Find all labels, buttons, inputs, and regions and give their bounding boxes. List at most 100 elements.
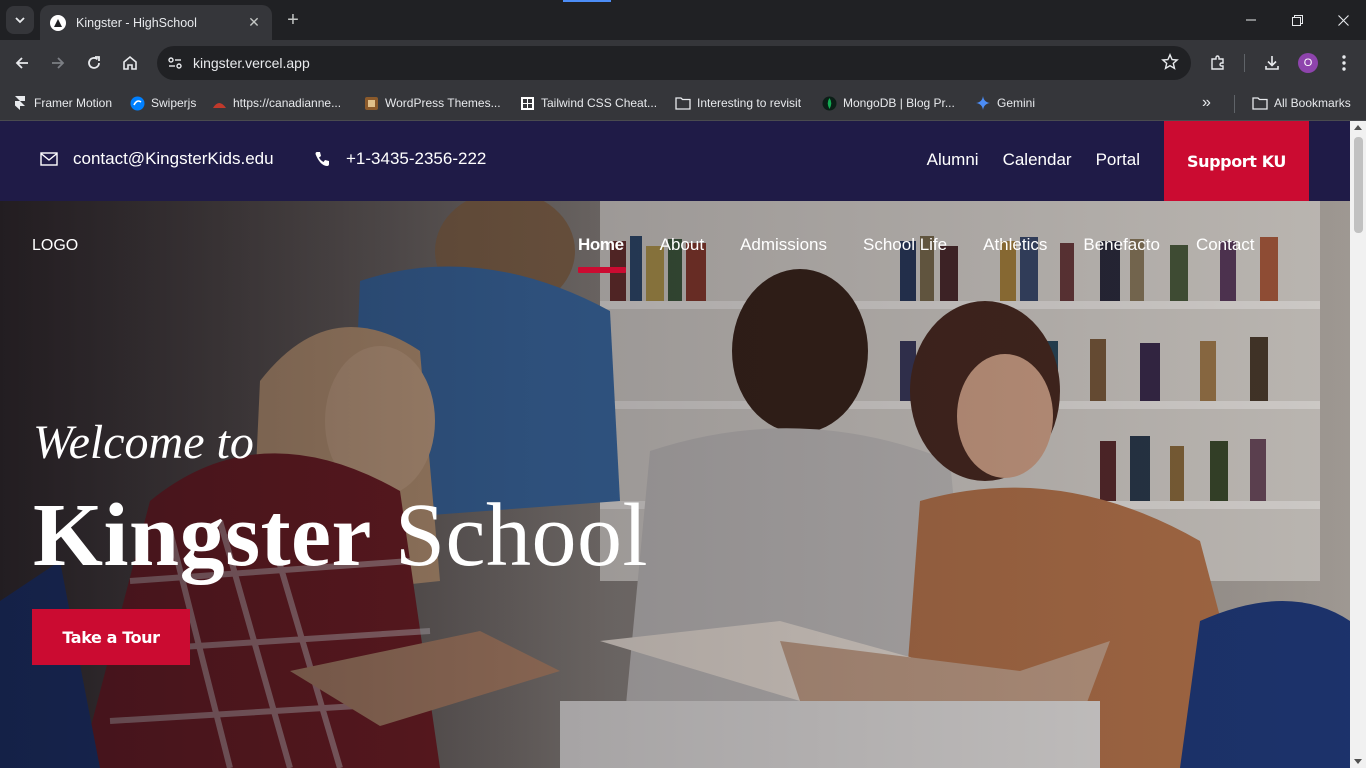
folder-icon xyxy=(1252,95,1268,111)
phone-contact[interactable]: +1-3435-2356-222 xyxy=(312,149,486,169)
alumni-link[interactable]: Alumni xyxy=(927,150,979,170)
bookmarks-divider xyxy=(1234,95,1235,113)
bookmark-item[interactable]: Swiperjs xyxy=(129,92,196,114)
address-bar[interactable]: kingster.vercel.app xyxy=(157,46,1191,80)
bookmark-item[interactable]: Tailwind CSS Cheat... xyxy=(519,92,657,114)
email-contact[interactable]: contact@KingsterKids.edu xyxy=(39,149,274,169)
more-bookmarks-chevron-icon[interactable]: » xyxy=(1202,94,1211,112)
nav-benefacto[interactable]: Benefacto xyxy=(1083,235,1160,255)
nav-athletics[interactable]: Athletics xyxy=(983,235,1047,255)
window-controls xyxy=(1228,0,1366,40)
bookmark-label: WordPress Themes... xyxy=(385,96,501,110)
profile-avatar[interactable]: O xyxy=(1298,53,1318,73)
back-button[interactable] xyxy=(8,49,36,77)
swiper-icon xyxy=(129,95,145,111)
nav-about[interactable]: About xyxy=(660,235,704,255)
active-nav-indicator xyxy=(578,267,626,273)
browser-menu-button[interactable] xyxy=(1330,49,1358,77)
page-scrollbar[interactable] xyxy=(1350,121,1366,768)
browser-tab-strip: Kingster - HighSchool ✕ + xyxy=(0,0,1366,40)
url-text: kingster.vercel.app xyxy=(193,55,310,71)
site-favicon-icon xyxy=(50,14,66,31)
hero-title-regular: School xyxy=(394,486,648,585)
browser-tab[interactable]: Kingster - HighSchool ✕ xyxy=(40,5,272,40)
more-vertical-icon xyxy=(1342,55,1346,71)
contact-topbar: contact@KingsterKids.edu +1-3435-2356-22… xyxy=(0,121,1350,201)
extensions-button[interactable] xyxy=(1204,49,1232,77)
utility-links: Alumni Calendar Portal xyxy=(927,150,1140,170)
hero-welcome-text: Welcome to xyxy=(33,416,254,469)
browser-toolbar: kingster.vercel.app O xyxy=(0,40,1366,86)
phone-text: +1-3435-2356-222 xyxy=(346,149,487,168)
bookmark-label: MongoDB | Blog Pr... xyxy=(843,96,955,110)
new-tab-button[interactable]: + xyxy=(282,9,304,31)
wordpress-themes-icon xyxy=(363,95,379,111)
close-window-button[interactable] xyxy=(1320,0,1366,40)
tab-activity-indicator xyxy=(563,0,611,2)
folder-icon xyxy=(675,95,691,111)
framer-icon xyxy=(12,95,28,111)
nav-admissions[interactable]: Admissions xyxy=(740,235,827,255)
calendar-link[interactable]: Calendar xyxy=(1003,150,1072,170)
nav-school-life[interactable]: School Life xyxy=(863,235,947,255)
bookmark-label: Gemini xyxy=(997,96,1036,110)
bookmark-item[interactable]: WordPress Themes... xyxy=(363,92,501,114)
download-icon xyxy=(1265,56,1279,70)
bookmark-folder[interactable]: Interesting to revisit xyxy=(675,92,801,114)
email-text: contact@KingsterKids.edu xyxy=(73,149,274,168)
restore-icon xyxy=(1291,14,1303,26)
bookmark-label: https://canadianne... xyxy=(233,96,342,110)
forward-button[interactable] xyxy=(44,49,72,77)
tab-search-button[interactable] xyxy=(6,6,34,34)
bookmark-item[interactable]: MongoDB | Blog Pr... xyxy=(821,92,955,114)
close-tab-icon[interactable]: ✕ xyxy=(246,15,262,31)
all-bookmarks-button[interactable]: All Bookmarks xyxy=(1252,92,1351,114)
arrow-left-icon xyxy=(15,57,28,69)
bookmark-item[interactable]: https://canadianne... xyxy=(211,92,341,114)
minimize-icon xyxy=(1246,19,1256,21)
close-icon xyxy=(1337,14,1349,26)
scroll-thumb[interactable] xyxy=(1354,137,1363,233)
tab-title: Kingster - HighSchool xyxy=(76,15,197,30)
nav-home[interactable]: Home xyxy=(578,235,626,273)
reload-icon xyxy=(88,56,100,69)
bookmark-star-icon[interactable] xyxy=(1161,53,1179,75)
phone-icon xyxy=(312,149,332,169)
home-button[interactable] xyxy=(116,49,144,77)
web-page: contact@KingsterKids.edu +1-3435-2356-22… xyxy=(0,121,1350,768)
restore-button[interactable] xyxy=(1274,0,1320,40)
envelope-icon xyxy=(39,149,59,169)
hero-title: Kingster School xyxy=(33,484,648,587)
take-a-tour-button[interactable]: Take a Tour xyxy=(32,609,190,665)
bookmark-label: Tailwind CSS Cheat... xyxy=(541,96,658,110)
puzzle-icon xyxy=(1211,55,1224,70)
scroll-down-arrow-icon[interactable] xyxy=(1354,759,1362,764)
bookmark-label: Framer Motion xyxy=(34,96,113,110)
main-navigation: Home About Admissions School Life Athlet… xyxy=(578,235,1255,273)
bookmark-item[interactable]: Gemini xyxy=(975,92,1035,114)
scroll-up-arrow-icon[interactable] xyxy=(1354,125,1362,130)
support-button[interactable]: Support KU xyxy=(1164,121,1309,201)
bookmark-label: Interesting to revisit xyxy=(697,96,802,110)
site-logo[interactable]: LOGO xyxy=(32,237,78,255)
chevron-down-icon xyxy=(15,17,25,24)
nav-contact[interactable]: Contact xyxy=(1196,235,1255,255)
home-icon xyxy=(123,55,137,70)
minimize-button[interactable] xyxy=(1228,0,1274,40)
tailwind-icon xyxy=(519,95,535,111)
bookmark-label: Swiperjs xyxy=(151,96,197,110)
bookmark-item[interactable]: Framer Motion xyxy=(12,92,112,114)
nav-home-label: Home xyxy=(578,235,624,254)
all-bookmarks-label: All Bookmarks xyxy=(1274,96,1351,110)
mongodb-icon xyxy=(821,95,837,111)
portal-link[interactable]: Portal xyxy=(1096,150,1140,170)
hero-title-bold: Kingster xyxy=(33,486,372,585)
site-info-icon[interactable] xyxy=(163,51,187,75)
gemini-icon xyxy=(975,95,991,111)
downloads-button[interactable] xyxy=(1258,49,1286,77)
site-icon xyxy=(211,95,227,111)
reload-button[interactable] xyxy=(80,49,108,77)
bookmarks-bar: Framer Motion Swiperjs https://canadiann… xyxy=(0,86,1366,121)
arrow-right-icon xyxy=(52,57,65,69)
hero-section: LOGO Home About Admissions School Life A… xyxy=(0,201,1350,768)
